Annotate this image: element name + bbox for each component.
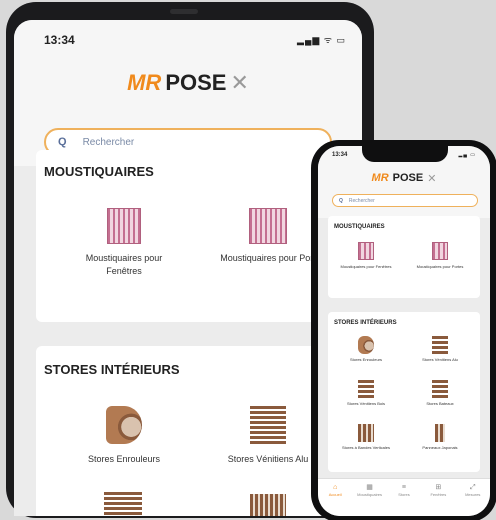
window-icon: ⊞ xyxy=(435,484,442,491)
status-icons: ▂▄▆ ᯤ ▭ xyxy=(297,35,346,45)
search-placeholder: Rechercher xyxy=(82,136,135,148)
section-title: STORES INTÉRIEURS xyxy=(44,362,180,377)
product-stores-venitiens-alu[interactable]: Stores Vénitiens Alu xyxy=(410,336,470,362)
nav-moustiquaires[interactable]: ▦ Moustiquaires xyxy=(357,483,383,497)
logo-x-icon: ✕ xyxy=(427,172,437,185)
door-screen-icon xyxy=(249,208,287,244)
phone-notch xyxy=(362,146,448,162)
product-label: Moustiquaires pour Port xyxy=(220,253,316,263)
product-moustiquaires-portes[interactable]: Moustiquaires pour Portes xyxy=(410,242,470,269)
nav-label: Accueil xyxy=(328,492,342,497)
logo-pose: POSE xyxy=(392,172,424,184)
product-label: Moustiquaires pour Fenêtres xyxy=(340,264,392,269)
nav-fenetres[interactable]: ⊞ Fenêtres xyxy=(425,483,451,497)
japanese-panel-icon xyxy=(435,424,445,442)
blind-icon: ≡ xyxy=(401,484,407,491)
logo-mr: MR xyxy=(127,70,162,95)
section-stores-interieurs: STORES INTÉRIEURS Stores Enrouleurs Stor… xyxy=(36,346,356,516)
tablet-screen: 13:34 ▂▄▆ ᯤ ▭ MR POSE ✕ Q Rechercher MOU… xyxy=(14,20,362,516)
status-time: 13:34 xyxy=(332,152,348,158)
section-moustiquaires: MOUSTIQUAIRES Moustiquaires pour Fenêtre… xyxy=(36,150,356,322)
app-logo: MR POSE ✕ xyxy=(318,170,490,186)
product-label: Stores Enrouleurs xyxy=(349,357,382,362)
tablet-camera xyxy=(170,9,198,14)
product-label: Moustiquaires pour Fenêtres xyxy=(85,253,163,276)
nav-stores[interactable]: ≡ Stores xyxy=(391,483,417,497)
product-moustiquaires-fenetres[interactable]: Moustiquaires pour Fenêtres xyxy=(76,208,172,278)
ruler-icon: ⤢ xyxy=(469,484,476,491)
nav-label: Stores xyxy=(398,492,410,497)
search-icon: Q xyxy=(58,136,67,148)
product-label: Stores Enrouleurs xyxy=(87,454,161,464)
section-title: MOUSTIQUAIRES xyxy=(44,164,154,179)
product-panneaux-japonais[interactable]: Panneaux Japonais xyxy=(410,424,470,450)
search-placeholder: Rechercher xyxy=(348,197,375,204)
bottom-navigation: ⌂ Accueil ▦ Moustiquaires ≡ Stores ⊞ Fen… xyxy=(318,478,490,516)
nav-label: Fenêtres xyxy=(430,492,447,497)
nav-label: Mesures xyxy=(465,492,481,497)
product-stores-venitiens-alu[interactable]: Stores Vénitiens Alu xyxy=(208,406,328,464)
product-label: Moustiquaires pour Portes xyxy=(416,264,464,269)
roller-blind-icon xyxy=(358,336,374,354)
product-label: Stores Vénitiens Alu xyxy=(422,357,458,362)
product-label: Panneaux Japonais xyxy=(422,445,458,450)
section-title: STORES INTÉRIEURS xyxy=(334,320,397,326)
app-logo: MR POSE ✕ xyxy=(14,68,362,98)
venetian-blind-icon xyxy=(104,492,142,516)
product-label: Stores Bateaux xyxy=(426,401,454,406)
door-screen-icon xyxy=(432,242,448,260)
home-icon: ⌂ xyxy=(333,484,338,491)
search-input[interactable]: Q Rechercher xyxy=(332,194,478,207)
product-label: Stores à Bandes Verticales xyxy=(341,445,391,450)
roman-blind-icon xyxy=(432,380,448,398)
vertical-blind-icon xyxy=(358,424,374,442)
nav-mesures[interactable]: ⤢ Mesures xyxy=(460,483,486,497)
search-icon: Q xyxy=(339,197,343,204)
vertical-blind-icon xyxy=(250,494,286,516)
status-bar: 13:34 ▂▄▆ ᯤ ▭ xyxy=(14,20,362,56)
logo-mr: MR xyxy=(371,172,389,184)
wood-blind-icon xyxy=(358,380,374,398)
window-screen-icon xyxy=(107,208,141,244)
product-label: Stores Vénitiens Bois xyxy=(346,401,386,406)
section-title: MOUSTIQUAIRES xyxy=(334,224,385,230)
product-label: Stores Vénitiens Alu xyxy=(227,454,309,464)
venetian-blind-icon xyxy=(250,406,286,444)
net-icon: ▦ xyxy=(366,484,373,491)
product-stores-enrouleurs[interactable]: Stores Enrouleurs xyxy=(76,406,172,464)
status-icons: ▂▄ ▭ xyxy=(458,152,476,158)
product-stores-bateaux[interactable]: Stores Bateaux xyxy=(410,380,470,406)
nav-accueil[interactable]: ⌂ Accueil xyxy=(322,483,348,497)
phone-screen: 13:34 ▂▄ ▭ MR POSE ✕ Q Rechercher MOUSTI… xyxy=(318,146,490,516)
product-moustiquaires-portes[interactable]: Moustiquaires pour Port xyxy=(208,208,328,265)
section-moustiquaires: MOUSTIQUAIRES Moustiquaires pour Fenêtre… xyxy=(328,216,480,298)
nav-label: Moustiquaires xyxy=(357,492,383,497)
product-stores-enrouleurs[interactable]: Stores Enrouleurs xyxy=(336,336,396,362)
window-screen-icon xyxy=(358,242,374,260)
status-time: 13:34 xyxy=(44,33,75,47)
product-stores-venitiens-bois[interactable]: Stores Vénitiens Bois xyxy=(336,380,396,406)
venetian-blind-icon xyxy=(432,336,448,354)
product-moustiquaires-fenetres[interactable]: Moustiquaires pour Fenêtres xyxy=(336,242,396,269)
section-stores-interieurs: STORES INTÉRIEURS Stores Enrouleurs Stor… xyxy=(328,312,480,472)
roller-blind-icon xyxy=(106,406,142,444)
logo-x-icon: ✕ xyxy=(230,70,249,95)
product-stores-bandes-verticales[interactable]: Stores à Bandes Verticales xyxy=(336,424,396,450)
logo-pose: POSE xyxy=(165,70,227,95)
